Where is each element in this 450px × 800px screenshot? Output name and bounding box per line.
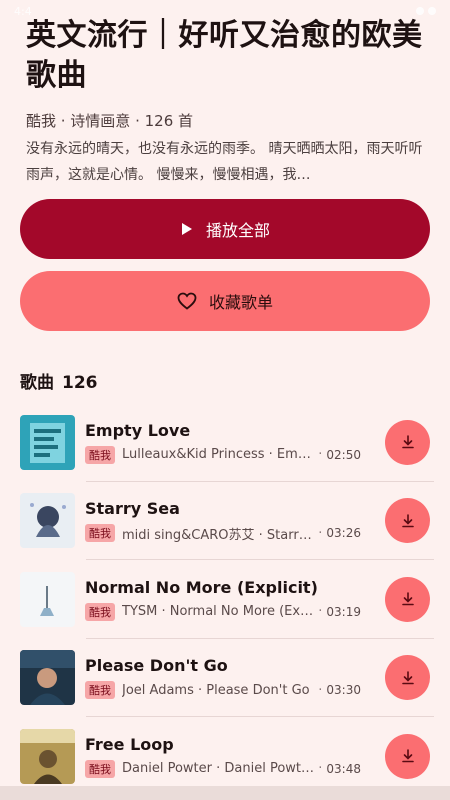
song-title: Free Loop (85, 734, 174, 754)
song-title: Normal No More (Explicit) (85, 577, 318, 597)
favorite-label: 收藏歌单 (208, 293, 273, 312)
album-cover (20, 728, 75, 784)
status-dot-icon (416, 7, 424, 15)
song-duration: 03:19 (326, 604, 361, 619)
song-row[interactable]: Empty Love 酷我 Lulleaux&Kid Princess · Em… (0, 403, 450, 482)
source-badge: 酷我 (85, 524, 115, 543)
song-row[interactable]: Starry Sea 酷我 midi sing&CARO苏艾 · Starry … (0, 482, 450, 561)
source-badge: 酷我 (85, 681, 115, 700)
song-row[interactable]: Normal No More (Explicit) 酷我 TYSM · Norm… (0, 560, 450, 639)
song-duration: 03:30 (326, 683, 361, 698)
status-icons (416, 7, 436, 15)
song-duration: 03:48 (326, 761, 361, 776)
songs-section-title: 歌曲 126 (20, 368, 98, 393)
download-button[interactable] (385, 576, 430, 622)
download-icon (401, 513, 414, 528)
song-artist: Lulleaux&Kid Princess · Empty Love (122, 447, 314, 463)
album-cover (20, 493, 75, 549)
play-icon (181, 223, 192, 235)
album-cover (20, 650, 75, 706)
song-duration: 03:26 (326, 526, 361, 541)
source-badge: 酷我 (85, 759, 115, 778)
album-cover (20, 414, 75, 470)
download-icon (401, 749, 414, 763)
song-row[interactable]: Please Don't Go 酷我 Joel Adams · Please D… (0, 639, 450, 718)
song-artist: Daniel Powter · Daniel Powter (122, 761, 315, 777)
bottom-navigation-bar (0, 786, 450, 800)
song-artist: TYSM · Normal No More (Explicit) (122, 604, 314, 620)
download-button[interactable] (385, 498, 430, 544)
song-duration: 02:50 (326, 447, 361, 462)
separator: · (318, 525, 323, 541)
source-badge: 酷我 (85, 445, 115, 464)
favorite-playlist-button[interactable]: 收藏歌单 (20, 271, 430, 331)
separator: · (318, 682, 323, 698)
song-artist: Joel Adams · Please Don't Go (122, 682, 310, 698)
album-cover (20, 571, 75, 627)
play-all-label: 播放全部 (205, 221, 270, 240)
source-badge: 酷我 (85, 602, 115, 621)
songs-section-label: 歌曲 (20, 373, 54, 393)
separator: · (318, 604, 323, 620)
download-icon (401, 670, 414, 685)
song-title: Empty Love (85, 420, 191, 440)
separator: · (318, 761, 323, 777)
playlist-subtitle: 酷我 · 诗情画意 · 126 首 (26, 112, 194, 130)
playlist-title: 英文流行｜好听又治愈的欧美歌曲 (26, 18, 423, 93)
separator: · (318, 447, 323, 463)
songs-count: 126 (62, 373, 98, 393)
playlist-description[interactable]: 没有永远的晴天，也没有永远的雨季。 晴天晒晒太阳，雨天听听雨声，这就是心情。 慢… (26, 136, 426, 188)
song-row[interactable]: Free Loop 酷我 Daniel Powter · Daniel Powt… (0, 717, 450, 796)
play-all-button[interactable]: 播放全部 (20, 199, 430, 259)
playlist-header: 英文流行｜好听又治愈的欧美歌曲 酷我 · 诗情画意 · 126 首 (26, 16, 430, 131)
song-artist: midi sing&CARO苏艾 · Starry Sea (122, 527, 315, 543)
download-icon (401, 435, 414, 449)
heart-icon (177, 292, 197, 310)
battery-icon (428, 7, 436, 15)
song-list: Empty Love 酷我 Lulleaux&Kid Princess · Em… (0, 403, 450, 796)
song-title: Starry Sea (85, 498, 180, 518)
download-button[interactable] (385, 733, 430, 779)
download-icon (401, 592, 414, 606)
download-button[interactable] (385, 419, 430, 465)
song-title: Please Don't Go (85, 656, 228, 676)
download-button[interactable] (385, 655, 430, 701)
